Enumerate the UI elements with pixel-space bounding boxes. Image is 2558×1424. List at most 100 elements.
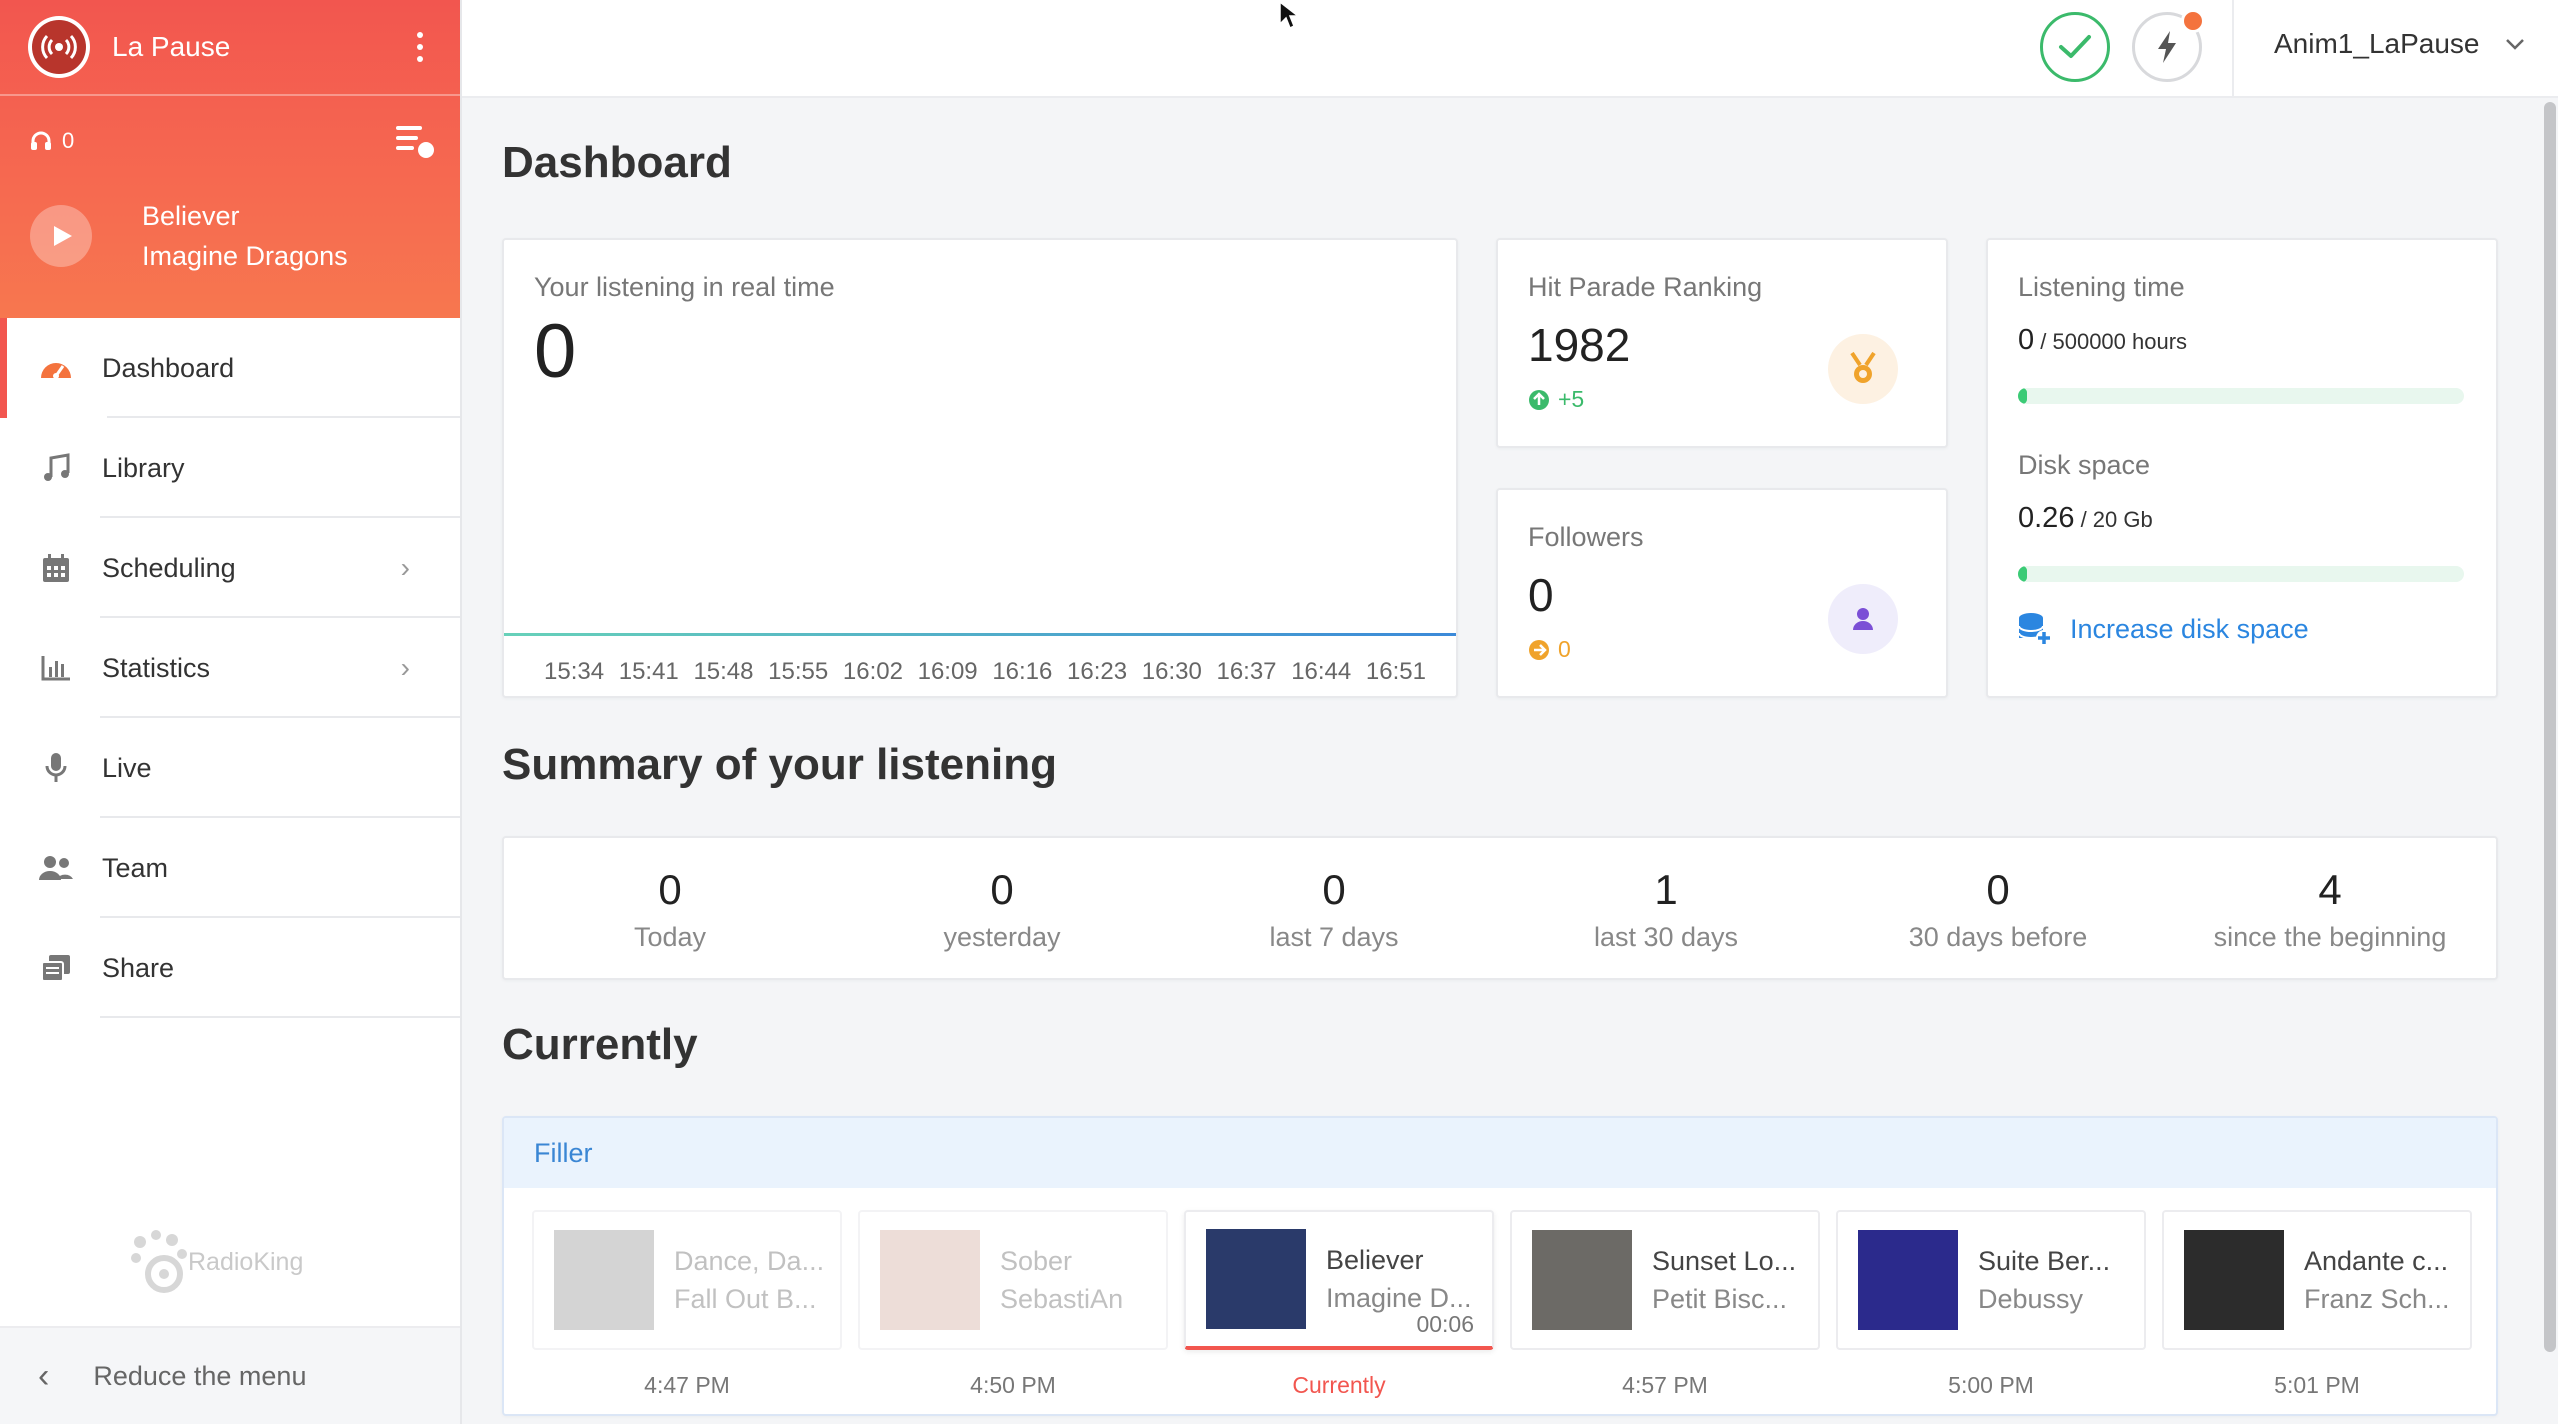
track-item[interactable]: Dance, Da... Fall Out B... 4:47 PM (532, 1210, 842, 1399)
brand-name: RadioKing (188, 1247, 304, 1276)
listening-time-progress (2018, 388, 2464, 404)
now-playing: Believer Imagine Dragons (30, 196, 348, 276)
summary-label: Today (633, 922, 707, 952)
summary-item: 4 since the beginning (2164, 838, 2496, 978)
track-card[interactable]: Believer Imagine D... 00:06 (1184, 1210, 1494, 1350)
time-tick: 16:44 (1291, 658, 1352, 685)
nav-item-library[interactable]: Library (0, 418, 460, 518)
play-icon (54, 226, 72, 246)
track-artist: Petit Bisc... (1652, 1284, 1788, 1314)
track-card[interactable]: Andante c... Franz Sch... (2162, 1210, 2472, 1350)
followers-delta: 0 (1528, 636, 1571, 663)
medal-icon (1828, 334, 1898, 404)
album-cover (2184, 1230, 2284, 1330)
album-cover (1858, 1230, 1958, 1330)
usage-card: Listening time 0 / 500000 hours Disk spa… (1986, 238, 2498, 698)
checkmark-icon (2059, 35, 2091, 58)
station-name: La Pause (112, 31, 231, 62)
track-artist: Debussy (1978, 1284, 2084, 1314)
track-timeline: Dance, Da... Fall Out B... 4:47 PM Sober Seb… (532, 1210, 2472, 1399)
nav-item-team[interactable]: Team (0, 818, 460, 918)
nav-label: Live (102, 752, 152, 783)
summary-item: 1 last 30 days (1500, 838, 1832, 978)
stream-status-button[interactable] (2040, 12, 2110, 82)
reduce-menu-button[interactable]: ‹ Reduce the menu (0, 1326, 460, 1424)
disk-space-value: 0.26 / 20 Gb (2018, 502, 2153, 534)
time-tick: 15:34 (544, 658, 605, 685)
track-card[interactable]: Dance, Da... Fall Out B... (532, 1210, 842, 1350)
time-axis: 15:34 15:41 15:48 15:55 16:02 16:09 16:16 16:23… (544, 658, 1426, 686)
crown-icon (131, 1230, 187, 1293)
broadcast-icon (41, 34, 77, 60)
reduce-menu-label: Reduce the menu (93, 1360, 307, 1391)
scrollbar[interactable] (2540, 100, 2558, 1400)
nav-item-share[interactable]: Share (0, 918, 460, 1018)
notification-badge (2181, 9, 2205, 33)
album-cover (1532, 1230, 1632, 1330)
more-options-icon[interactable] (408, 32, 432, 62)
database-plus-icon (2018, 613, 2052, 646)
summary-item: 0 last 7 days (1168, 838, 1500, 978)
summary-value: 1 (1654, 866, 1678, 913)
lightning-icon (2158, 31, 2176, 63)
track-card[interactable]: Suite Ber... Debussy (1836, 1210, 2146, 1350)
calendar-icon (36, 548, 76, 588)
nav-item-dashboard[interactable]: Dashboard (0, 318, 460, 418)
track-artist: Fall Out B... (674, 1284, 817, 1314)
time-tick: 15:48 (693, 658, 754, 685)
elapsed-time: 00:06 (1416, 1311, 1474, 1337)
queue-history-icon[interactable] (396, 126, 434, 158)
time-tick: 16:09 (917, 658, 978, 685)
nav-label: Share (102, 952, 175, 983)
summary-item: 0 Today (504, 838, 836, 978)
team-icon (36, 848, 76, 888)
nav-item-scheduling[interactable]: Scheduling › (0, 518, 460, 618)
time-tick: 15:55 (768, 658, 829, 685)
summary-value: 0 (990, 866, 1014, 913)
arrow-right-circle-icon (1529, 639, 1549, 660)
track-item[interactable]: Andante c... Franz Sch... 5:01 PM (2162, 1210, 2472, 1399)
time-tick: 16:16 (992, 658, 1053, 685)
summary-value: 0 (658, 866, 682, 913)
nav-item-statistics[interactable]: Statistics › (0, 618, 460, 718)
nav-label: Dashboard (102, 352, 235, 383)
microphone-icon (36, 748, 76, 788)
chevron-right-icon: › (400, 552, 410, 583)
listening-time-title: Listening time (2018, 272, 2185, 302)
delta-value: 0 (1558, 636, 1571, 662)
time-tick: 16:23 (1067, 658, 1128, 685)
time-tick: 16:30 (1141, 658, 1202, 685)
summary-label: last 30 days (1593, 922, 1739, 952)
now-playing-artist: Imagine Dragons (142, 241, 348, 271)
station-header[interactable]: La Pause (0, 0, 460, 96)
notifications-button[interactable] (2132, 9, 2205, 82)
track-item[interactable]: Sunset Lo... Petit Bisc... 4:57 PM (1510, 1210, 1820, 1399)
nav-item-live[interactable]: Live (0, 718, 460, 818)
track-card[interactable]: Sober SebastiAn (858, 1210, 1168, 1350)
card-title: Your listening in real time (534, 272, 835, 302)
track-item[interactable]: Sober SebastiAn 4:50 PM (858, 1210, 1168, 1399)
summary-value: 0 (1986, 866, 2010, 913)
currently-playing-panel: Filler Dance, Da... Fall Out B... 4:47 PM S… (502, 1116, 2498, 1416)
track-time: 4:47 PM (644, 1372, 730, 1398)
delta-value: +5 (1558, 386, 1585, 412)
dashboard-icon (36, 348, 76, 388)
bar-chart-icon (36, 648, 76, 688)
hit-parade-rank: 1982 (1528, 319, 1631, 371)
time-tick: 15:41 (618, 658, 679, 685)
realtime-listening-card: Your listening in real time 0 15:34 15:41… (502, 238, 1458, 698)
play-button[interactable] (30, 205, 92, 267)
current-track[interactable]: Believer Imagine D... 00:06 Currently (1184, 1210, 1494, 1399)
nav-label: Scheduling (102, 552, 236, 583)
track-card[interactable]: Sunset Lo... Petit Bisc... (1510, 1210, 1820, 1350)
track-title: Sunset Lo... (1652, 1246, 1797, 1276)
track-title: Suite Ber... (1978, 1246, 2111, 1276)
increase-disk-space-link[interactable]: Increase disk space (2018, 612, 2309, 646)
track-item[interactable]: Suite Ber... Debussy 5:00 PM (1836, 1210, 2146, 1399)
share-icon (36, 948, 76, 988)
album-cover (554, 1230, 654, 1330)
hit-parade-card: Hit Parade Ranking 1982 +5 (1496, 238, 1948, 448)
user-menu[interactable]: Anim1_LaPause (2274, 28, 2525, 60)
summary-label: since the beginning (2213, 922, 2447, 952)
chevron-right-icon: › (400, 652, 410, 683)
